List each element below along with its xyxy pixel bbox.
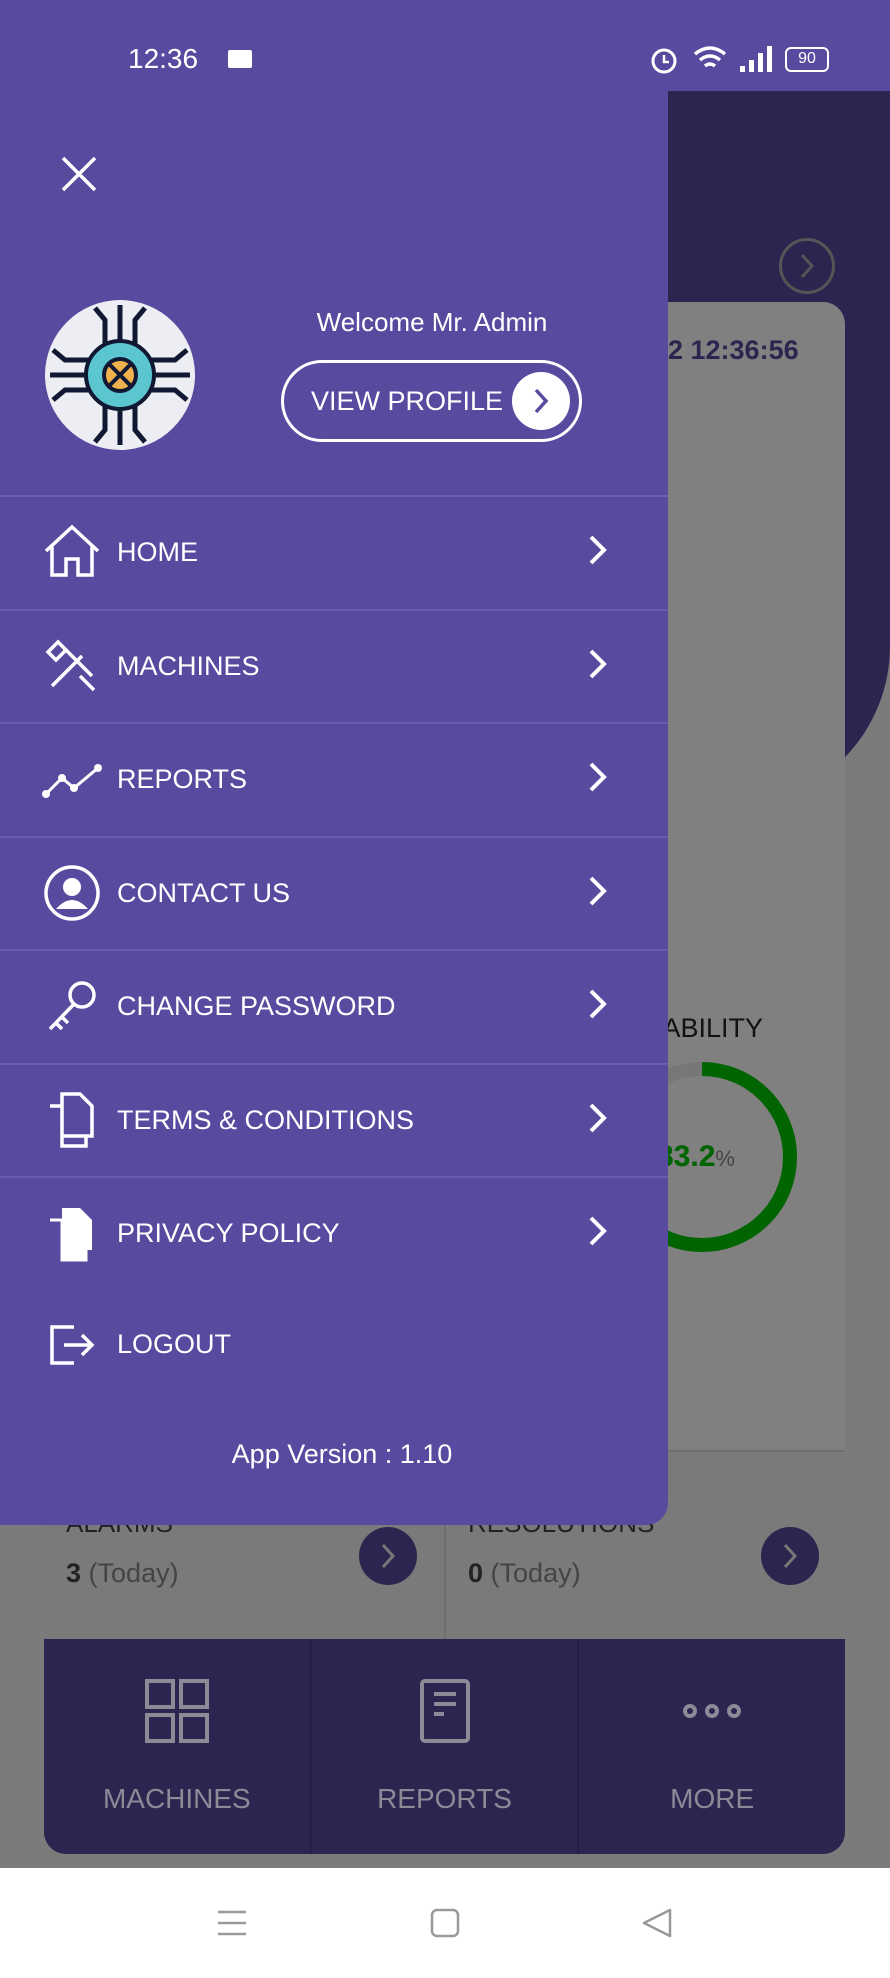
app-version: App Version : 1.10 (231, 1439, 453, 1469)
alarms-button[interactable] (359, 1527, 417, 1585)
back-icon[interactable] (642, 1908, 672, 1938)
system-nav-bar (0, 1868, 890, 1978)
resolutions-button[interactable] (761, 1527, 819, 1585)
chevron-right-icon (588, 1102, 608, 1139)
documents-filled-icon (42, 1204, 102, 1264)
wifi-icon (693, 46, 727, 68)
document-icon (419, 1678, 470, 1743)
menu-item-contact-us[interactable]: CONTACT US (0, 835, 668, 949)
documents-icon (42, 1090, 102, 1150)
next-button[interactable] (779, 238, 835, 294)
status-time: 12:36 (128, 43, 199, 74)
more-icon (683, 1703, 742, 1718)
navigation-drawer: Welcome Mr. Admin VIEW PROFILE HOME MACHI… (0, 91, 668, 1525)
menu-item-label: REPORTS (117, 764, 248, 794)
menu-item-logout[interactable]: LOGOUT (0, 1288, 668, 1401)
logout-icon (42, 1315, 102, 1375)
menu-item-label: MACHINES (117, 650, 260, 681)
home-square-icon[interactable] (430, 1908, 460, 1938)
menu-item-machines[interactable]: MACHINES (0, 608, 668, 722)
nav-reports[interactable]: REPORTS (312, 1639, 580, 1854)
menu-item-label: TERMS & CONDITIONS (117, 1104, 415, 1135)
tools-icon (42, 636, 102, 696)
user-circle-icon (42, 863, 102, 923)
chevron-right-icon (588, 875, 608, 912)
chart-line-icon (42, 750, 102, 810)
bottom-nav: MACHINES REPORTS MORE (44, 1639, 845, 1854)
resolutions-count: 0 (Today) (468, 1558, 581, 1588)
welcome-text: Welcome Mr. Admin (316, 307, 548, 337)
menu-item-label: PRIVACY POLICY (117, 1218, 340, 1248)
status-bar: 12:36 90 (0, 0, 890, 91)
avatar (45, 300, 195, 450)
key-icon (42, 977, 102, 1037)
outlook-icon (228, 50, 252, 68)
menu-item-label: CHANGE PASSWORD (117, 991, 396, 1021)
chevron-right-icon (512, 372, 570, 430)
menu-item-change-password[interactable]: CHANGE PASSWORD (0, 949, 668, 1062)
menu-item-label: HOME (117, 537, 198, 567)
signal-icon (740, 46, 772, 72)
view-profile-button[interactable]: VIEW PROFILE (281, 360, 582, 442)
alarms-count: 3 (Today) (66, 1558, 179, 1588)
timestamp: 2 12:36:56 (668, 335, 799, 365)
alarm-icon (651, 48, 677, 74)
chevron-right-icon (588, 761, 608, 798)
chevron-right-icon (588, 988, 608, 1025)
menu-item-home[interactable]: HOME (0, 495, 668, 608)
chevron-right-icon (588, 1215, 608, 1252)
nav-more[interactable]: MORE (579, 1639, 845, 1854)
nav-machines[interactable]: MACHINES (44, 1639, 312, 1854)
chevron-right-icon (588, 534, 608, 571)
chevron-right-icon (588, 648, 608, 685)
menu-item-privacy-policy[interactable]: PRIVACY POLICY (0, 1176, 668, 1289)
battery-icon: 90 (785, 47, 829, 72)
menu-item-reports[interactable]: REPORTS (0, 722, 668, 835)
home-icon (42, 523, 102, 583)
menu-item-label: CONTACT US (117, 877, 291, 908)
menu-icon[interactable] (216, 1908, 248, 1938)
grid-icon (144, 1678, 209, 1743)
close-icon[interactable] (60, 155, 98, 193)
menu-item-terms-conditions[interactable]: TERMS & CONDITIONS (0, 1062, 668, 1176)
